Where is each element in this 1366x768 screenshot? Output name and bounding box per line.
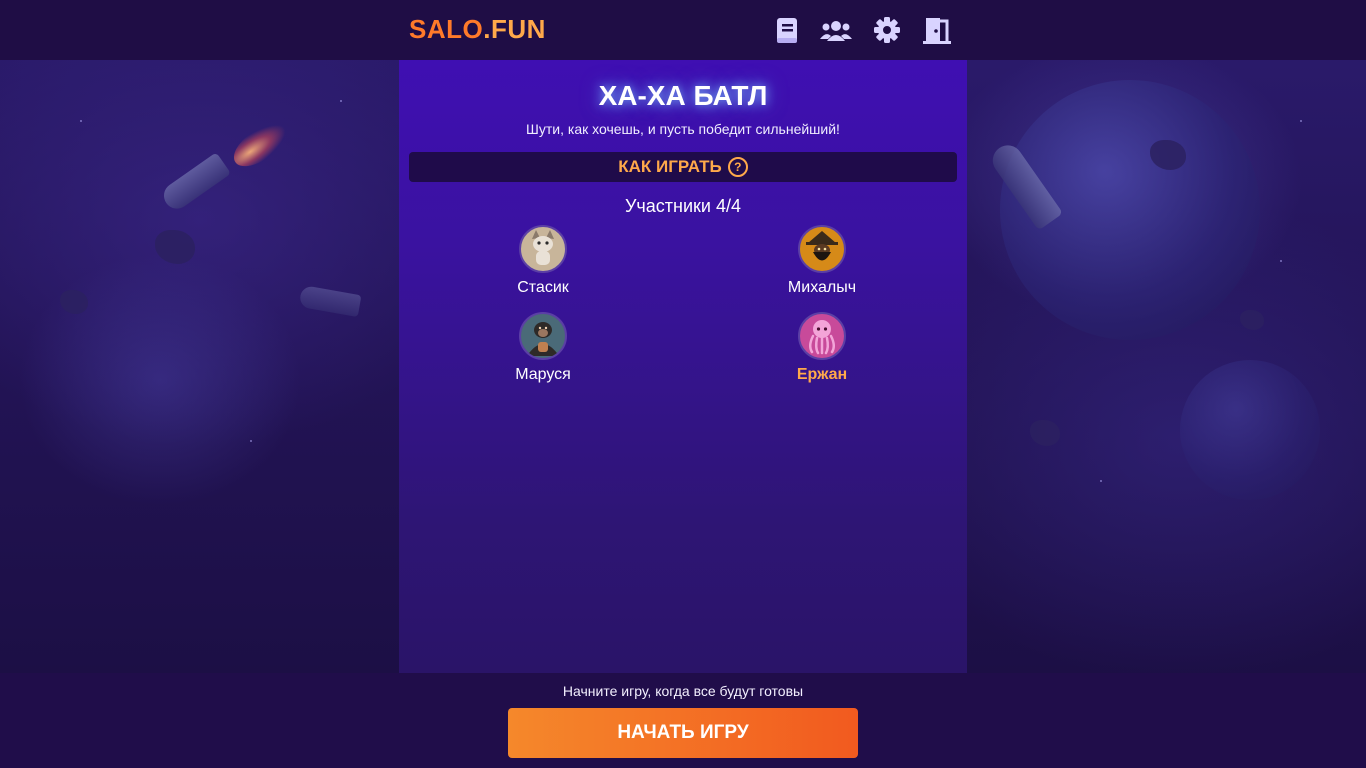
star-decoration <box>250 440 252 442</box>
game-lobby-panel: ХА-ХА БАТЛ Шути, как хочешь, и пусть поб… <box>399 60 967 673</box>
asteroid-decoration <box>155 230 195 264</box>
player-card: Михалыч <box>742 225 902 297</box>
player-card: Маруся <box>463 312 623 384</box>
player-name: Михалыч <box>787 279 857 296</box>
rocket-decoration <box>158 152 232 214</box>
participants-count: Участники 4/4 <box>624 196 741 216</box>
exit-door-icon[interactable] <box>920 14 954 48</box>
asteroid-decoration <box>1030 420 1060 446</box>
asteroid-decoration <box>60 290 88 314</box>
how-to-play-button[interactable]: КАК ИГРАТЬ ? <box>409 152 957 182</box>
star-decoration <box>1280 260 1282 262</box>
star-decoration <box>1100 480 1102 482</box>
how-to-play-label: КАК ИГРАТЬ <box>618 157 722 176</box>
star-decoration <box>80 120 82 122</box>
rocket-flame-decoration <box>226 115 294 175</box>
book-icon[interactable] <box>771 14 805 48</box>
users-icon[interactable] <box>819 14 853 48</box>
player-name: Ержан <box>796 366 848 383</box>
star-decoration <box>1300 120 1302 122</box>
cat-avatar <box>519 225 567 273</box>
rocket-decoration <box>298 284 362 318</box>
logo-text-domain: .FUN <box>483 14 546 44</box>
player-name: Маруся <box>515 366 571 383</box>
gorilla-avatar <box>519 312 567 360</box>
star-decoration <box>340 100 342 102</box>
game-title: ХА-ХА БАТЛ <box>598 80 768 111</box>
player-name: Стасик <box>517 279 569 296</box>
asteroid-decoration <box>1240 310 1264 330</box>
player-card: Стасик <box>463 225 623 297</box>
wizard-avatar <box>798 225 846 273</box>
question-icon: ? <box>727 157 748 177</box>
logo-text-main: SALO <box>409 14 484 44</box>
start-hint: Начните игру, когда все будут готовы <box>562 683 804 699</box>
player-card-current-user: Ержан <box>742 312 902 384</box>
start-game-button[interactable]: НАЧАТЬ ИГРУ <box>508 708 858 758</box>
gear-icon[interactable] <box>870 14 904 48</box>
top-header: SALO.FUN <box>0 0 1366 60</box>
salo-fun-logo[interactable]: SALO.FUN <box>409 14 546 45</box>
octopus-avatar <box>798 312 846 360</box>
game-subtitle: Шути, как хочешь, и пусть победит сильне… <box>526 121 840 137</box>
bottom-footer: Начните игру, когда все будут готовы НАЧ… <box>0 673 1366 768</box>
planet-decoration <box>1180 360 1320 500</box>
